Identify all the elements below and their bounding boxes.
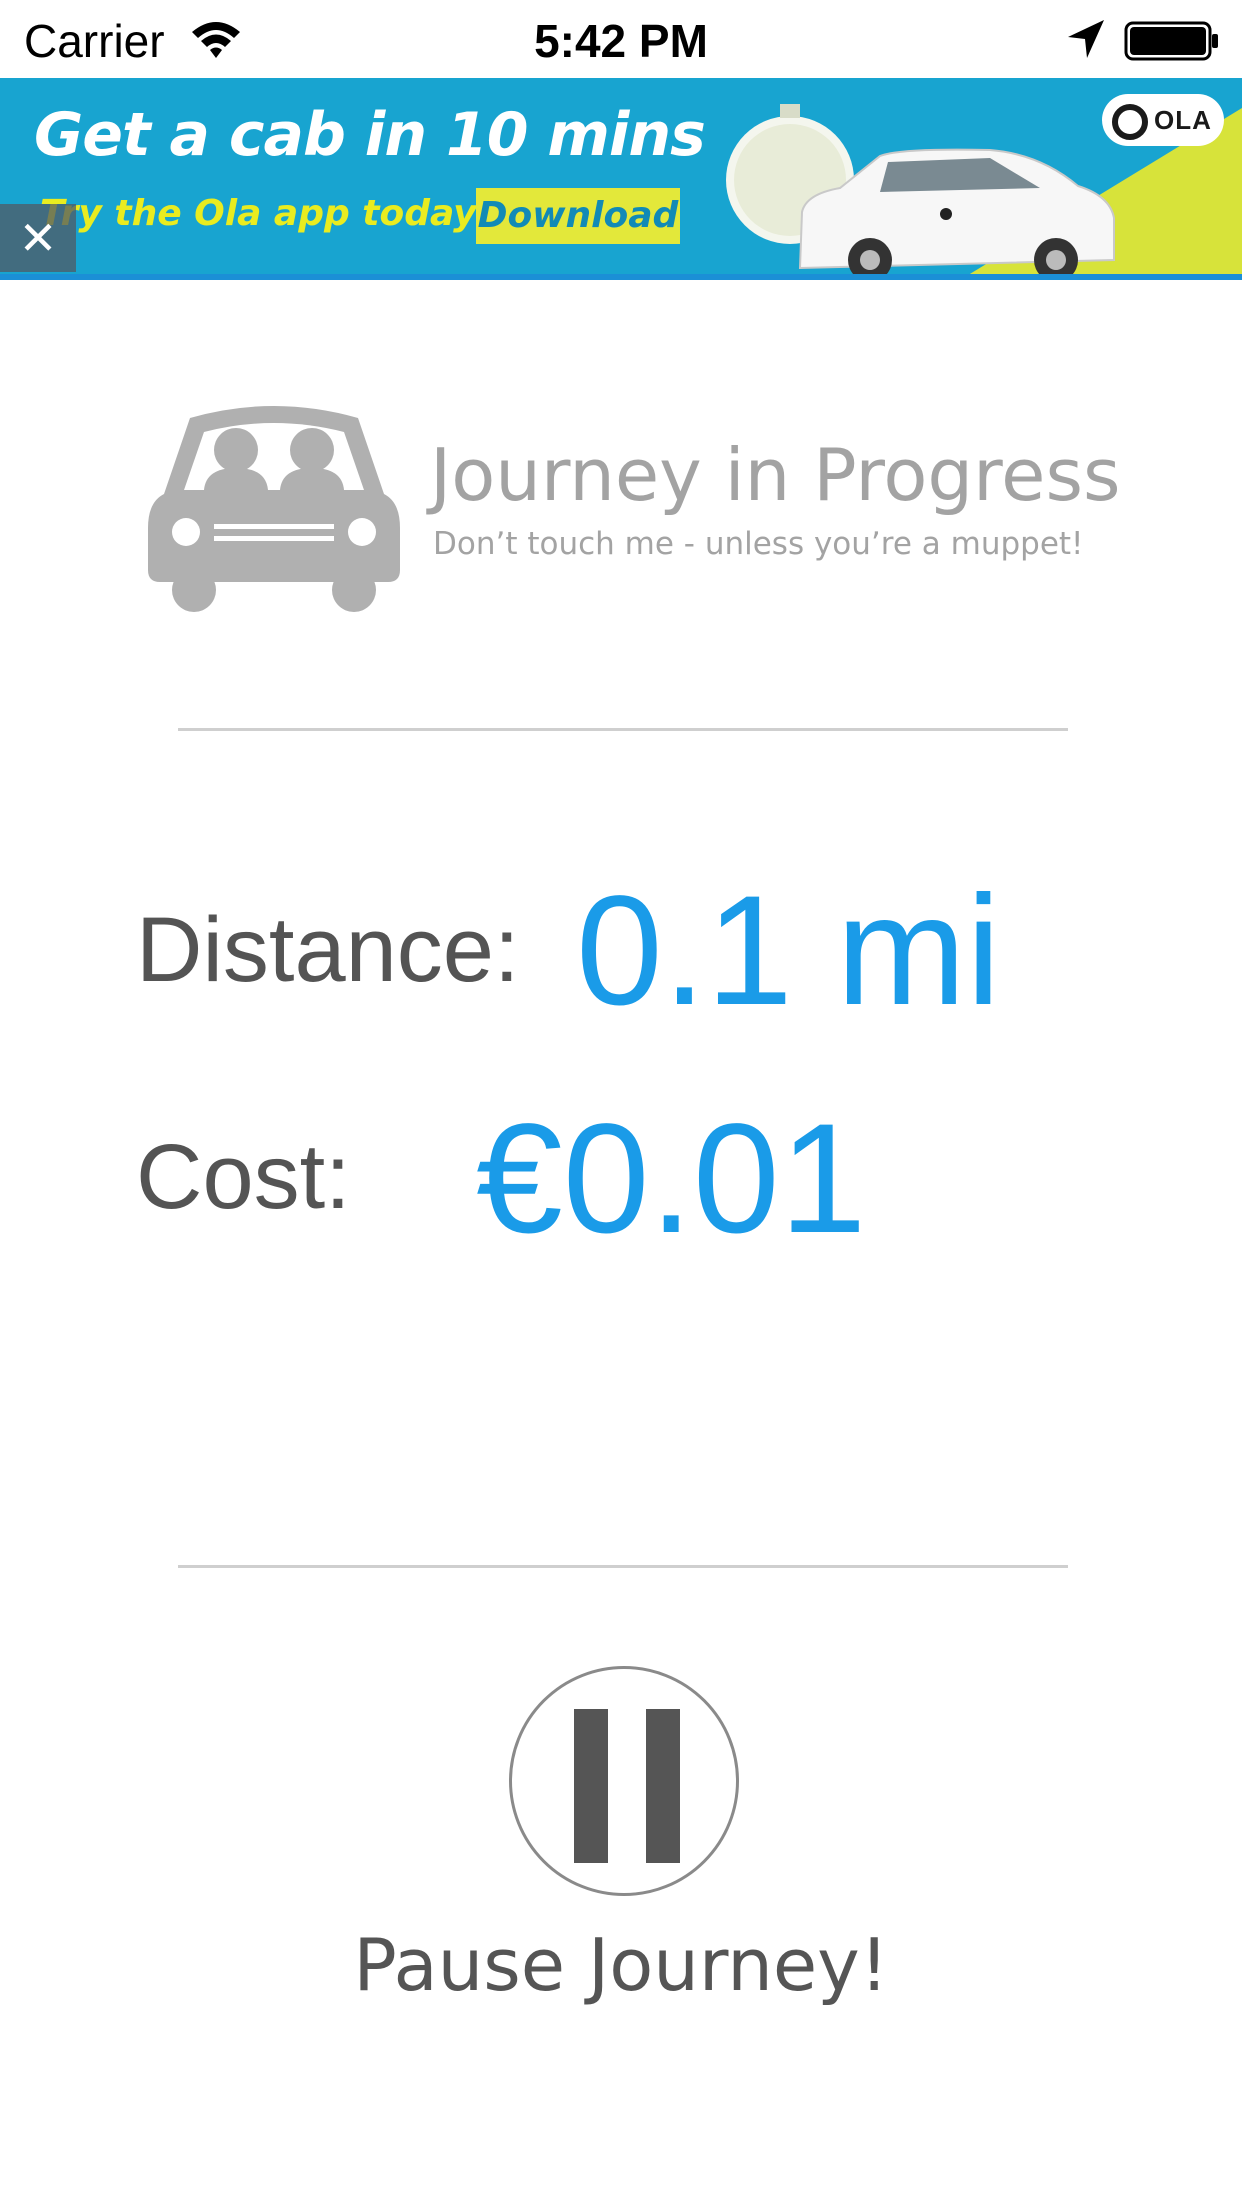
ola-logo: OLA — [1102, 94, 1224, 146]
ad-download-button[interactable]: Download — [476, 188, 680, 244]
ola-logo-text: OLA — [1154, 105, 1212, 135]
pause-journey-button[interactable] — [509, 1666, 739, 1896]
cost-value: €0.01 — [476, 1092, 867, 1266]
pause-journey-label[interactable]: Pause Journey! — [0, 1922, 1242, 2008]
car-icon — [148, 406, 400, 612]
battery-icon — [1124, 21, 1218, 61]
journey-screen: Carrier 5:42 PM Get a cab in 10 mins Try… — [0, 0, 1242, 2208]
distance-label: Distance: — [136, 899, 520, 1001]
ad-headline: Get a cab in 10 mins — [34, 100, 706, 170]
divider-bottom — [178, 1565, 1068, 1568]
status-bar: Carrier 5:42 PM — [0, 0, 1242, 78]
cost-label: Cost: — [136, 1126, 351, 1228]
journey-subtitle: Don’t touch me - unless you’re a muppet! — [433, 526, 1084, 562]
ad-bottom-border — [0, 274, 1242, 280]
pause-icon — [574, 1709, 608, 1863]
close-icon: ✕ — [18, 212, 58, 264]
location-arrow-icon — [1068, 20, 1104, 58]
ola-logo-ring-icon — [1112, 104, 1148, 140]
ad-subline: Try the Ola app today — [40, 193, 477, 234]
distance-value: 0.1 mi — [576, 864, 1001, 1038]
status-time: 5:42 PM — [534, 15, 708, 67]
ad-close-button[interactable]: ✕ — [0, 204, 76, 272]
ad-banner[interactable]: Get a cab in 10 mins Try the Ola app tod… — [0, 78, 1242, 280]
pause-icon — [646, 1709, 680, 1863]
divider-top — [178, 728, 1068, 731]
journey-title: Journey in Progress — [430, 433, 1121, 517]
